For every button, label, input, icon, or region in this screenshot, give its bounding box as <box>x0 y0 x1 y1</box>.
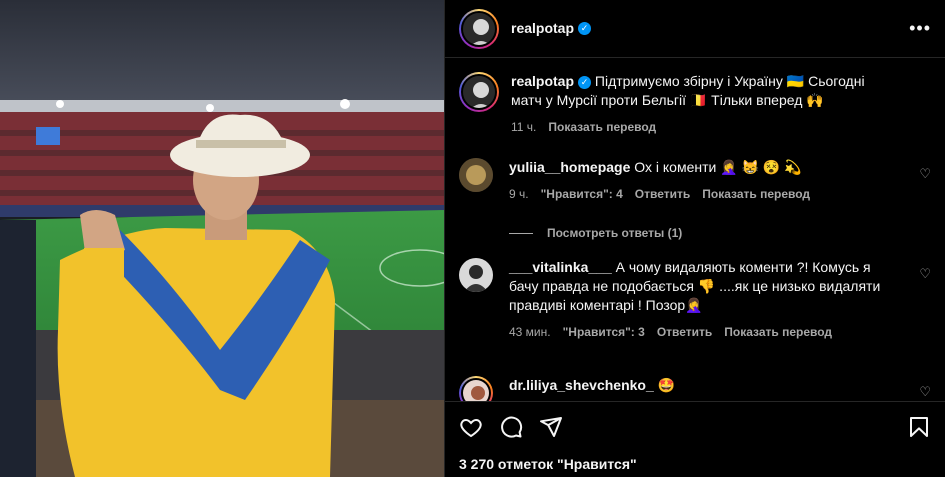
comment-reply-button[interactable]: Ответить <box>635 185 690 204</box>
caption-body: realpotap ✓ Підтримуємо збірну і Україну … <box>511 72 891 137</box>
caption-avatar[interactable] <box>459 72 499 112</box>
comment-like-heart-icon[interactable]: ♡ <box>919 384 931 400</box>
comment-body: ___vitalinka___ А чому видаляють коменти… <box>509 258 889 342</box>
action-icons <box>459 402 931 452</box>
view-replies-label[interactable]: Посмотреть ответы (1) <box>547 226 682 240</box>
comment-like-count[interactable]: "Нравится": 4 <box>541 185 623 204</box>
comment-translate-link[interactable]: Показать перевод <box>724 323 832 342</box>
comment-like-heart-icon[interactable]: ♡ <box>919 166 931 182</box>
avatar-photo-image <box>459 258 493 292</box>
replies-divider-line <box>509 232 533 234</box>
comment-text: 🤩 <box>657 377 676 393</box>
avatar-photo-image <box>459 158 493 192</box>
comment-time[interactable]: 9 ч. <box>509 185 529 204</box>
likes-count[interactable]: 3 270 отметок "Нравится" <box>459 456 931 472</box>
verified-icon: ✓ <box>578 21 592 35</box>
comment-username[interactable]: dr.liliya_shevchenko_ <box>509 377 654 393</box>
avatar-photo-image <box>463 380 489 401</box>
comment-avatar[interactable] <box>459 158 493 192</box>
bookmark-icon[interactable] <box>907 415 931 439</box>
verified-icon: ✓ <box>578 75 592 89</box>
comment-row: yuliia__homepage Ох і коменти 🤦‍♀️ 😸 😵 💫… <box>459 158 931 204</box>
comment-meta: 43 мин. "Нравится": 3 Ответить Показать … <box>509 323 889 342</box>
avatar-photo-image <box>463 76 495 108</box>
caption-time[interactable]: 11 ч. <box>511 118 536 137</box>
avatar-photo-image <box>463 12 495 45</box>
header-author-name[interactable]: realpotap ✓ <box>511 20 592 38</box>
comment-username[interactable]: ___vitalinka___ <box>509 259 612 275</box>
comment-like-count[interactable]: "Нравится": 3 <box>563 323 645 342</box>
comment-text: Ох і коменти 🤦‍♀️ 😸 😵 💫 <box>634 159 802 175</box>
stadium-photo-image <box>0 0 444 477</box>
author-avatar[interactable] <box>459 8 499 49</box>
comment-avatar[interactable] <box>459 376 493 401</box>
comment-time[interactable]: 43 мин. <box>509 323 551 342</box>
post-header: realpotap ✓ ••• <box>445 0 945 58</box>
comment-reply-button[interactable]: Ответить <box>657 323 712 342</box>
instagram-post-window: realpotap ✓ ••• realpotap ✓ Підтримуємо зб… <box>0 0 945 477</box>
comment-avatar[interactable] <box>459 258 493 292</box>
comment-meta: 9 ч. "Нравится": 4 Ответить Показать пер… <box>509 185 889 204</box>
caption-translate-link[interactable]: Показать перевод <box>548 118 656 137</box>
comment-translate-link[interactable]: Показать перевод <box>702 185 810 204</box>
post-actions-bar: 3 270 отметок "Нравится" <box>445 401 945 477</box>
comment-body: dr.liliya_shevchenko_ 🤩 <box>509 376 889 401</box>
comment-row: ___vitalinka___ А чому видаляють коменти… <box>459 258 931 342</box>
comment-icon[interactable] <box>499 415 523 439</box>
caption-row: realpotap ✓ Підтримуємо збірну і Україну … <box>459 72 931 137</box>
heart-icon[interactable] <box>459 415 483 439</box>
comment-row: dr.liliya_shevchenko_ 🤩 ♡ <box>459 376 931 401</box>
view-replies-button[interactable]: Посмотреть ответы (1) <box>509 226 682 240</box>
caption-username[interactable]: realpotap <box>511 73 574 89</box>
post-side-panel: realpotap ✓ ••• realpotap ✓ Підтримуємо зб… <box>444 0 945 477</box>
more-icon[interactable]: ••• <box>909 18 931 39</box>
comment-like-heart-icon[interactable]: ♡ <box>919 266 931 282</box>
caption-meta: 11 ч. Показать перевод <box>511 118 891 137</box>
comments-list: realpotap ✓ Підтримуємо збірну і Україну … <box>445 58 945 401</box>
comment-username[interactable]: yuliia__homepage <box>509 159 630 175</box>
header-username[interactable]: realpotap <box>511 20 574 36</box>
comment-body: yuliia__homepage Ох і коменти 🤦‍♀️ 😸 😵 💫… <box>509 158 889 204</box>
share-icon[interactable] <box>539 415 563 439</box>
post-photo[interactable] <box>0 0 444 477</box>
